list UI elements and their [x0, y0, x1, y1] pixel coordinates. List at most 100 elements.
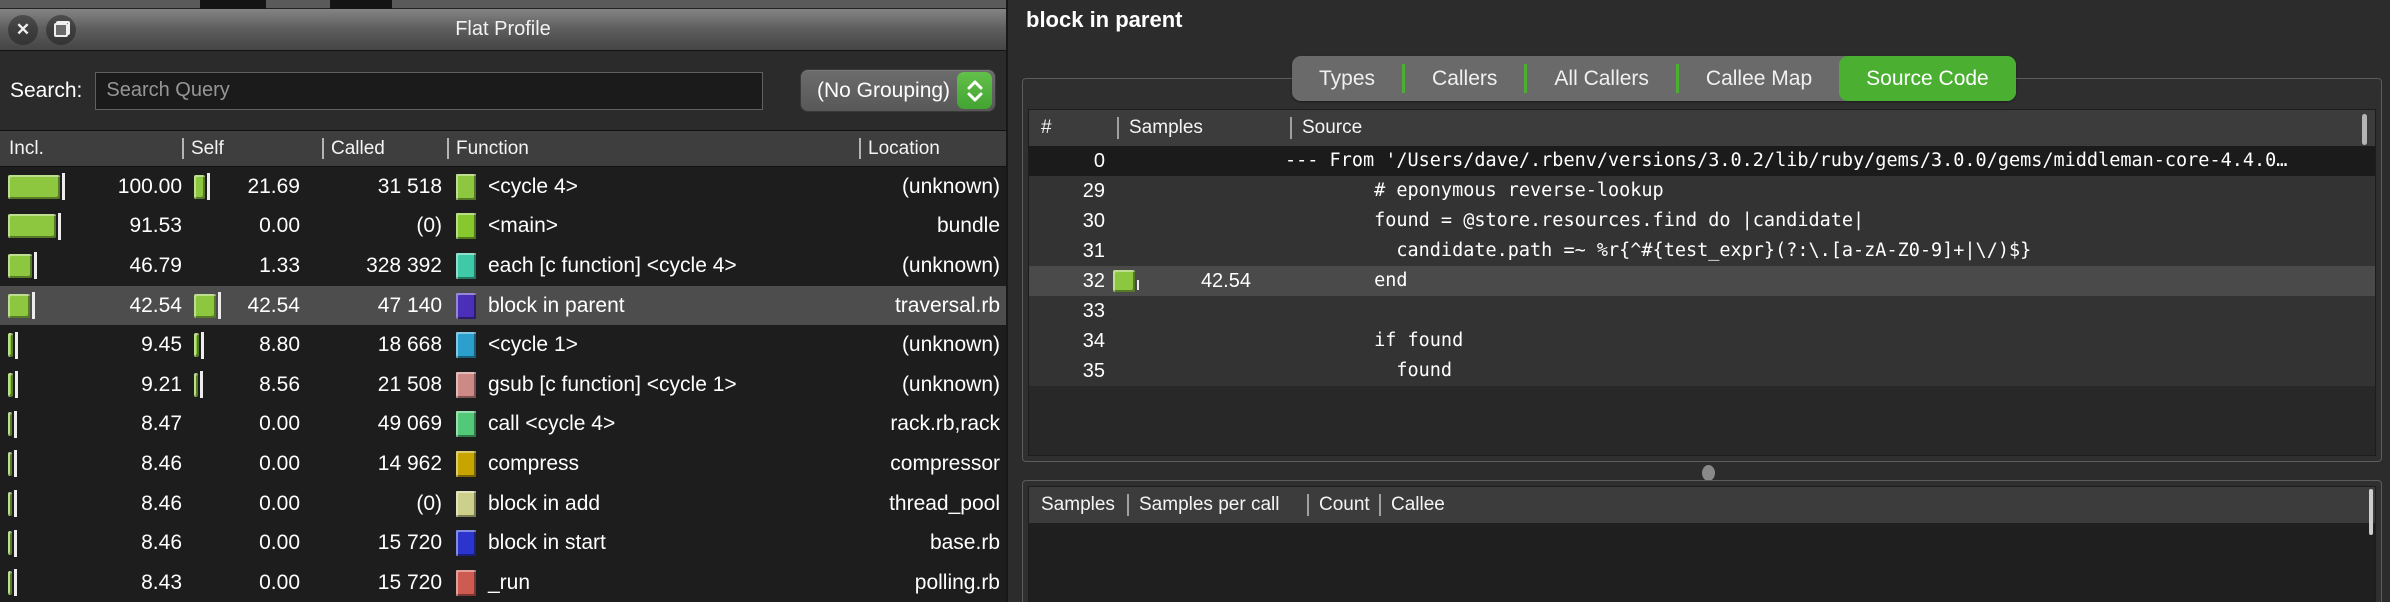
self-bar-cell: [182, 331, 212, 359]
column-header-incl[interactable]: Incl.: [0, 131, 182, 166]
self-bar-cell: [182, 173, 212, 201]
table-row[interactable]: 9.21 8.56 21 508 gsub [c function] <cycl…: [0, 365, 1006, 405]
source-rows: 0 --- From '/Users/dave/.rbenv/versions/…: [1029, 146, 2375, 386]
samples-bar-cell: [1105, 270, 1139, 292]
called-value: 18 668: [377, 333, 442, 357]
search-input[interactable]: [95, 71, 764, 110]
callee-panel: Samples Samples per call Count Callee: [1022, 480, 2382, 602]
column-header-callee[interactable]: Callee: [1379, 487, 2375, 523]
location-value: rack.rb,rack: [890, 412, 1000, 436]
tab-label: Callee Map: [1705, 66, 1813, 90]
column-header-samples-per-call[interactable]: Samples per call: [1127, 487, 1307, 523]
code-text: end: [1285, 270, 1408, 291]
incl-value: 8.43: [141, 570, 182, 594]
percent-bar: [8, 174, 60, 199]
column-header-source[interactable]: Source: [1290, 110, 2375, 146]
incl-bar-cell: [0, 371, 70, 399]
table-row[interactable]: 91.53 0.00 (0) <main> bundle: [0, 207, 1006, 247]
function-cell: block in parent: [442, 292, 854, 319]
source-code-row[interactable]: 33: [1029, 296, 2375, 326]
tab-callers[interactable]: Callers: [1405, 56, 1524, 101]
function-type-icon: [456, 490, 476, 517]
called-value: (0): [416, 214, 442, 238]
incl-bar-cell: [0, 529, 70, 557]
function-type-icon: [456, 450, 476, 477]
tab-source-code[interactable]: Source Code: [1839, 56, 2016, 101]
bar-tick: [14, 410, 17, 438]
bar-tick: [14, 490, 17, 518]
function-cell: compress: [442, 450, 854, 477]
code-text: candidate.path =~ %r{^#{test_expr}(?:\.[…: [1285, 240, 2032, 261]
table-row[interactable]: 8.46 0.00 15 720 block in start base.rb: [0, 523, 1006, 563]
source-code-row[interactable]: 32 42.54 end: [1029, 266, 2375, 296]
called-value: 21 508: [377, 372, 442, 396]
function-cell: block in add: [442, 490, 854, 517]
table-row[interactable]: 9.45 8.80 18 668 <cycle 1> (unknown): [0, 325, 1006, 365]
function-name: call <cycle 4>: [488, 412, 616, 436]
table-row[interactable]: 8.43 0.00 15 720 _run polling.rb: [0, 563, 1006, 602]
function-cell: <main>: [442, 213, 854, 240]
source-code-row[interactable]: 35 found: [1029, 356, 2375, 386]
line-number: 0: [1093, 149, 1105, 172]
percent-bar: [8, 214, 56, 239]
function-detail-panel: block in parent Types Callers All Callers C…: [1016, 0, 2390, 602]
source-code-row[interactable]: 29 # eponymous reverse-lookup: [1029, 176, 2375, 206]
table-row[interactable]: 100.00 21.69 31 518 <cycle 4> (unknown): [0, 167, 1006, 207]
function-name: _run: [488, 570, 531, 594]
column-header-samples[interactable]: Samples: [1117, 110, 1290, 146]
function-name: compress: [488, 451, 580, 475]
table-row[interactable]: 8.46 0.00 14 962 compress compressor: [0, 444, 1006, 484]
self-value: 0.00: [259, 214, 300, 238]
splitter-handle[interactable]: [1702, 465, 1715, 481]
samples-value: 42.54: [1200, 269, 1251, 292]
function-type-icon: [456, 530, 476, 557]
vertical-scrollbar[interactable]: [2369, 489, 2373, 535]
tab-callee-map[interactable]: Callee Map: [1679, 56, 1839, 101]
tab-all-callers[interactable]: All Callers: [1527, 56, 1676, 101]
percent-bar: [194, 174, 205, 199]
column-header-count[interactable]: Count: [1307, 487, 1379, 523]
self-value: 42.54: [247, 293, 300, 317]
tab-label: Source Code: [1866, 66, 1989, 90]
table-row[interactable]: 8.46 0.00 (0) block in add thread_pool: [0, 484, 1006, 524]
column-header-called[interactable]: Called: [322, 131, 447, 166]
table-row[interactable]: 46.79 1.33 328 392 each [c function] <cy…: [0, 246, 1006, 286]
selected-function-title: block in parent: [1026, 7, 1183, 32]
source-code-row[interactable]: 34 if found: [1029, 326, 2375, 356]
column-header-samples[interactable]: Samples: [1029, 487, 1127, 523]
self-bar-cell: [182, 371, 212, 399]
flat-profile-table-header: Incl. Self Called Function Location: [0, 130, 1006, 167]
incl-bar-cell: [0, 410, 70, 438]
function-cell: <cycle 1>: [442, 332, 854, 359]
column-header-location[interactable]: Location: [859, 131, 1006, 166]
line-number: 30: [1082, 209, 1105, 232]
table-row[interactable]: 8.47 0.00 49 069 call <cycle 4> rack.rb,…: [0, 405, 1006, 445]
bar-tick: [32, 292, 35, 320]
line-number: 32: [1082, 269, 1105, 292]
source-code-row[interactable]: 0 --- From '/Users/dave/.rbenv/versions/…: [1029, 146, 2375, 176]
function-name: <cycle 1>: [488, 333, 578, 357]
table-row[interactable]: 42.54 42.54 47 140 block in parent trave…: [0, 285, 1006, 326]
source-code-row[interactable]: 30 found = @store.resources.find do |can…: [1029, 206, 2375, 236]
code-text: found: [1285, 360, 1453, 381]
percent-bar: [8, 253, 32, 278]
self-value: 0.00: [259, 451, 300, 475]
code-text: --- From '/Users/dave/.rbenv/versions/3.…: [1285, 150, 2288, 171]
function-type-icon: [456, 252, 476, 279]
source-code-row[interactable]: 31 candidate.path =~ %r{^#{test_expr}(?:…: [1029, 236, 2375, 266]
vertical-scrollbar[interactable]: [2362, 114, 2367, 145]
function-cell: gsub [c function] <cycle 1>: [442, 371, 854, 398]
called-value: 31 518: [377, 174, 442, 198]
grouping-dropdown[interactable]: (No Grouping): [800, 69, 996, 112]
incl-bar-cell: [0, 252, 70, 280]
called-value: 14 962: [377, 451, 442, 475]
column-header-self[interactable]: Self: [182, 131, 322, 166]
tab-types[interactable]: Types: [1292, 56, 1402, 101]
bar-tick: [14, 529, 17, 557]
function-cell: _run: [442, 569, 854, 596]
column-header-line-number[interactable]: #: [1029, 110, 1117, 146]
line-number: 34: [1082, 329, 1105, 352]
column-header-function[interactable]: Function: [447, 131, 859, 166]
percent-bar: [8, 570, 12, 595]
called-value: (0): [416, 491, 442, 515]
